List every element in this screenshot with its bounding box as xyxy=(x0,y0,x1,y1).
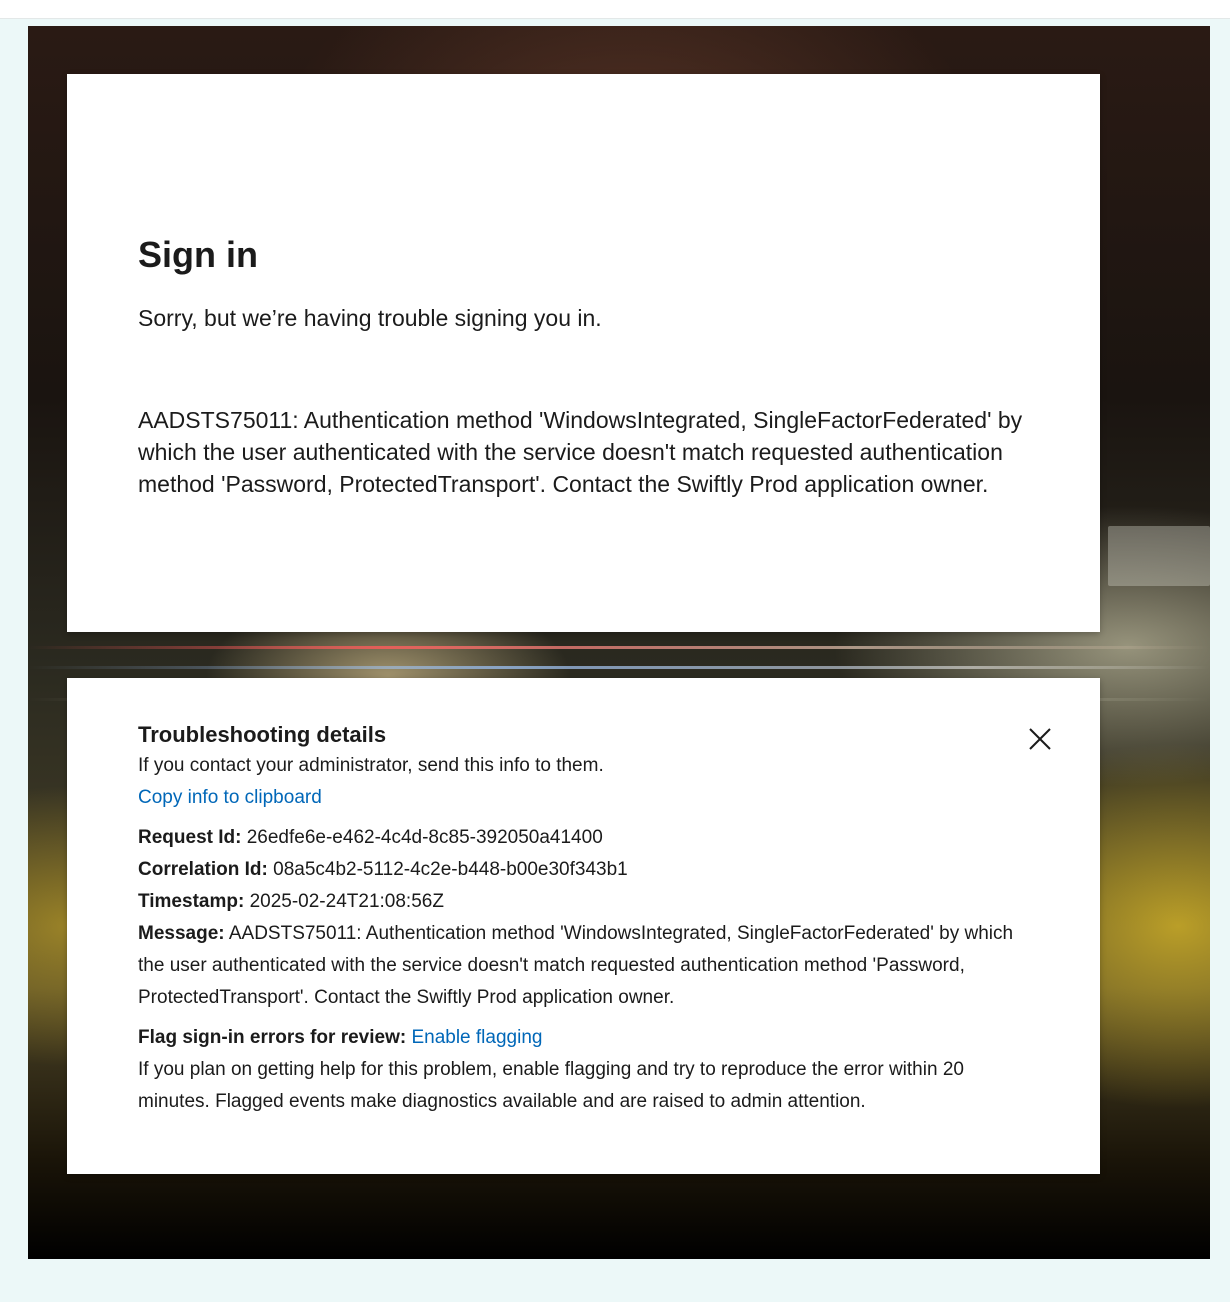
flag-label: Flag sign-in errors for review: xyxy=(138,1027,407,1048)
request-id-label: Request Id: xyxy=(138,827,242,848)
browser-top-edge xyxy=(0,0,1230,19)
light-streak xyxy=(28,646,1210,649)
error-message: AADSTS75011: Authentication method 'Wind… xyxy=(138,407,1023,497)
timestamp-row: Timestamp: 2025-02-24T21:08:56Z xyxy=(138,886,1038,918)
troubleshooting-title: Troubleshooting details xyxy=(138,722,387,747)
message-value: AADSTS75011: Authentication method 'Wind… xyxy=(138,923,1014,1008)
enable-flagging-link[interactable]: Enable flagging xyxy=(411,1027,542,1048)
request-id-row: Request Id: 26edfe6e-e462-4c4d-8c85-3920… xyxy=(138,822,1038,854)
correlation-id-row: Correlation Id: 08a5c4b2-5112-4c2e-b448-… xyxy=(138,854,1038,886)
correlation-id-value: 08a5c4b2-5112-4c2e-b448-b00e30f343b1 xyxy=(273,859,628,880)
request-id-value: 26edfe6e-e462-4c4d-8c85-392050a41400 xyxy=(246,827,603,848)
timestamp-value: 2025-02-24T21:08:56Z xyxy=(249,891,444,912)
sign-in-card: Sign in Sorry, but we’re having trouble … xyxy=(67,74,1100,632)
page-title: Sign in xyxy=(138,234,258,275)
troubleshooting-card: Troubleshooting details If you contact y… xyxy=(67,678,1100,1174)
copy-info-link[interactable]: Copy info to clipboard xyxy=(138,787,322,808)
light-streak xyxy=(28,666,1210,669)
troubleshooting-instruction: If you contact your administrator, send … xyxy=(138,755,604,776)
error-subtitle: Sorry, but we’re having trouble signing … xyxy=(138,305,602,331)
timestamp-label: Timestamp: xyxy=(138,891,245,912)
troubleshooting-details: Troubleshooting details If you contact y… xyxy=(138,720,1038,1118)
light-streak xyxy=(1108,526,1210,586)
flag-row: Flag sign-in errors for review: Enable f… xyxy=(138,1022,1038,1054)
correlation-id-label: Correlation Id: xyxy=(138,859,268,880)
message-row: Message: AADSTS75011: Authentication met… xyxy=(138,918,1038,1014)
message-label: Message: xyxy=(138,923,225,944)
flag-description: If you plan on getting help for this pro… xyxy=(138,1059,964,1112)
